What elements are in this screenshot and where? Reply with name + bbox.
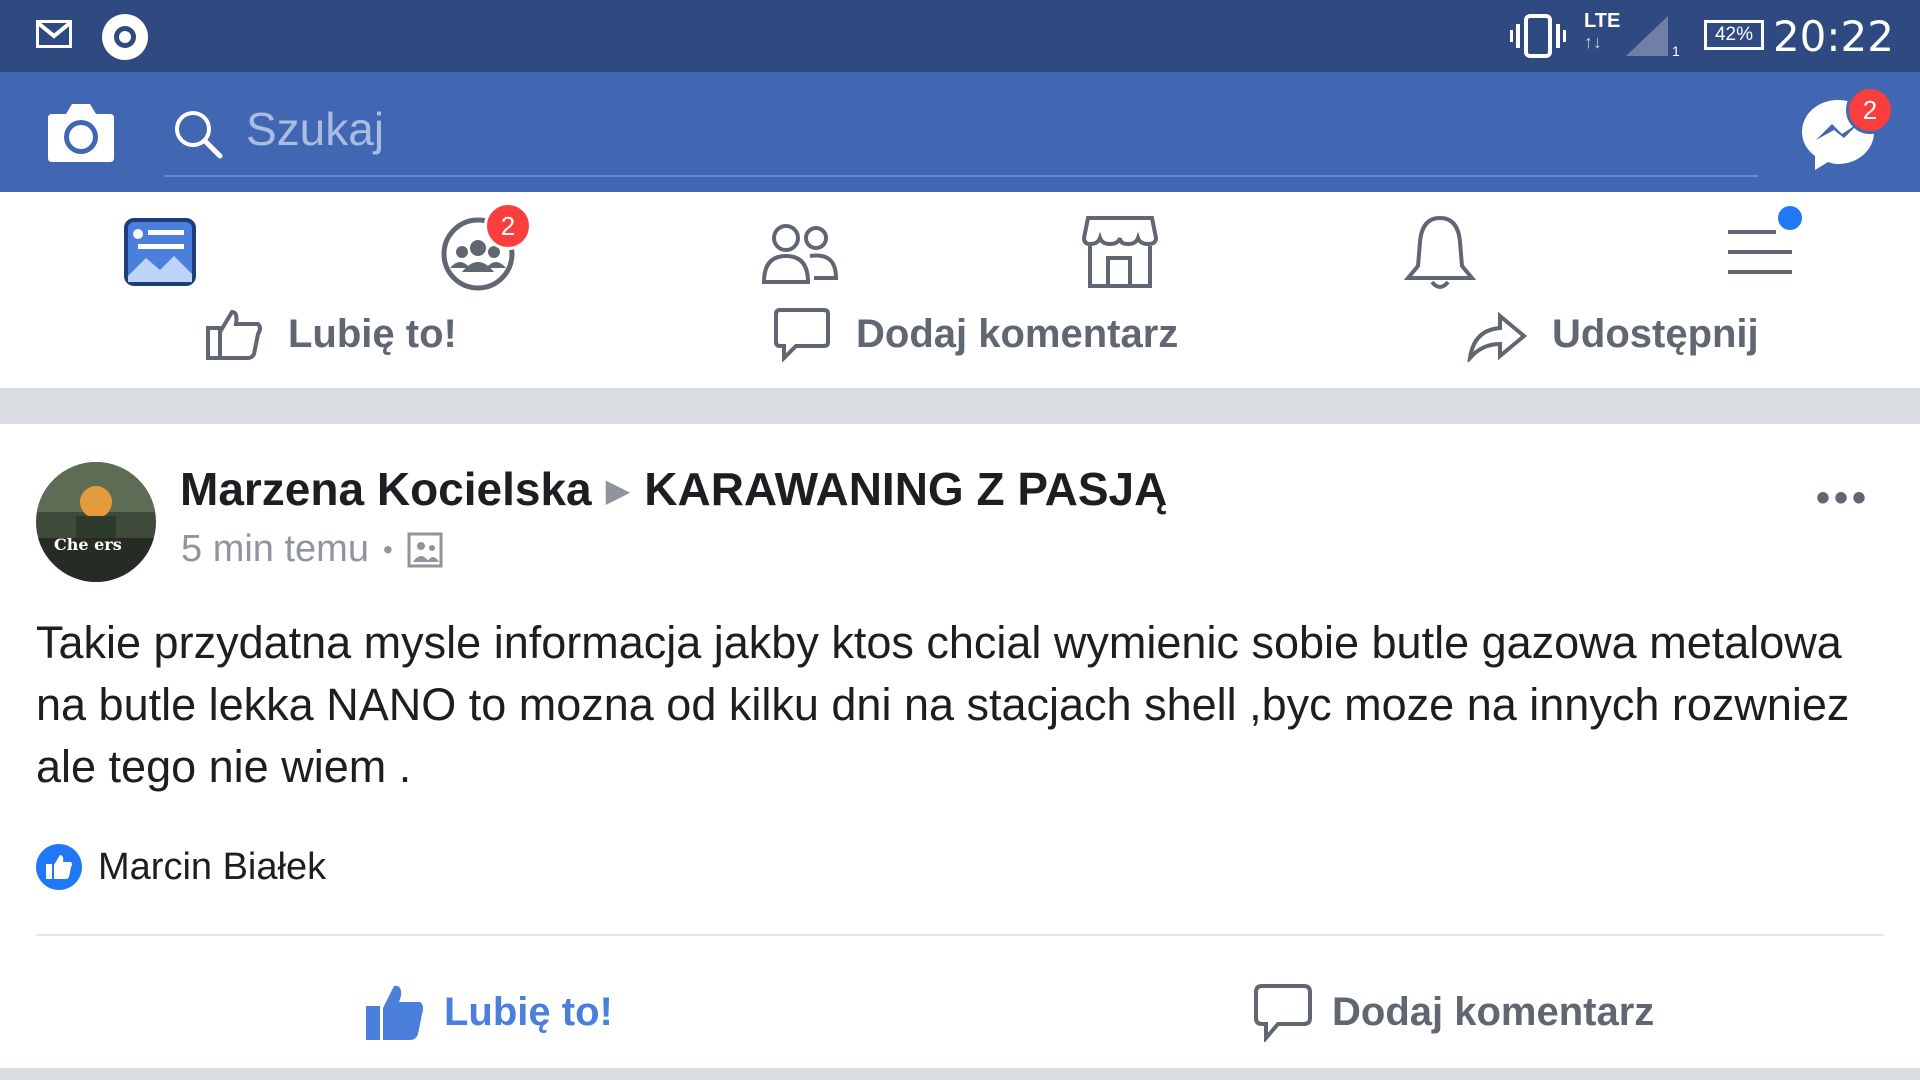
- avatar-caption: Che ers: [54, 535, 122, 554]
- avatar[interactable]: Che ers: [36, 462, 156, 582]
- comment-button[interactable]: Dodaj komentarz: [1252, 972, 1654, 1052]
- signal-icon: 1: [1626, 16, 1680, 58]
- lte-icon: LTE ↑↓: [1584, 10, 1621, 52]
- more-options-icon[interactable]: •••: [1816, 476, 1870, 521]
- tab-notifications[interactable]: [1400, 212, 1480, 292]
- reactions-summary[interactable]: Marcin Białek: [36, 844, 326, 890]
- comment-icon: [1254, 984, 1312, 1042]
- notifications-icon: [1403, 215, 1477, 289]
- thumbs-up-icon: [366, 985, 424, 1040]
- post-meta: 5 min temu •: [181, 528, 443, 571]
- media-icon: [102, 14, 148, 60]
- tab-news-feed[interactable]: [120, 212, 200, 292]
- tab-menu[interactable]: [1720, 206, 1802, 292]
- feed-post: Che ers Marzena Kocielska ▶ KARAWANING Z P…: [0, 424, 1920, 1068]
- clock: 20:22: [1772, 12, 1894, 61]
- post-time[interactable]: 5 min temu: [181, 528, 369, 571]
- like-reaction-icon: [36, 844, 82, 890]
- status-bar: LTE ↑↓ 1 42% 20:22: [0, 0, 1920, 72]
- thumbs-up-icon: [206, 309, 262, 360]
- separator-dot: •: [382, 533, 393, 565]
- share-icon: [1467, 311, 1528, 362]
- mail-icon: [36, 20, 72, 48]
- menu-dot: [1778, 206, 1802, 230]
- search-input[interactable]: Szukaj: [246, 102, 384, 156]
- post-header: Marzena Kocielska ▶ KARAWANING Z PASJĄ: [180, 462, 1167, 516]
- like-button[interactable]: Lubię to!: [364, 972, 613, 1052]
- search-underline: [164, 175, 1758, 177]
- marketplace-icon: [1081, 216, 1159, 288]
- reaction-user: Marcin Białek: [98, 845, 327, 888]
- group-name[interactable]: KARAWANING Z PASJĄ: [644, 463, 1167, 515]
- prev-share-button[interactable]: Udostępnij: [1466, 304, 1759, 364]
- prev-comment-button[interactable]: Dodaj komentarz: [772, 304, 1178, 364]
- post-text: Takie przydatna mysle informacja jakby k…: [36, 617, 1850, 792]
- author-name[interactable]: Marzena Kocielska: [180, 463, 592, 515]
- messenger-button[interactable]: 2: [1798, 86, 1894, 174]
- tab-groups[interactable]: 2: [438, 202, 532, 292]
- news-feed-icon: [124, 218, 196, 286]
- groups-badge: 2: [484, 202, 532, 250]
- prev-like-button[interactable]: Lubię to!: [204, 304, 457, 364]
- battery-icon: 42%: [1704, 20, 1764, 50]
- vibrate-icon: [1510, 14, 1566, 58]
- search-icon: [175, 111, 223, 159]
- post-divider: [36, 934, 1884, 936]
- top-bar: Szukaj 2: [0, 72, 1920, 192]
- messenger-badge: 2: [1846, 86, 1894, 134]
- tab-friends[interactable]: [760, 212, 840, 292]
- group-audience-icon: [407, 532, 443, 567]
- feed-separator: [0, 388, 1920, 424]
- friends-icon: [761, 224, 839, 284]
- feed-separator: [0, 1068, 1920, 1080]
- svg-text:1: 1: [1672, 43, 1680, 58]
- previous-post-actions: Lubię to! Dodaj komentarz Udostępnij: [0, 296, 1920, 388]
- comment-icon: [774, 308, 830, 362]
- arrow-icon: ▶: [605, 472, 631, 508]
- tab-marketplace[interactable]: [1080, 212, 1160, 292]
- camera-icon[interactable]: [46, 100, 116, 164]
